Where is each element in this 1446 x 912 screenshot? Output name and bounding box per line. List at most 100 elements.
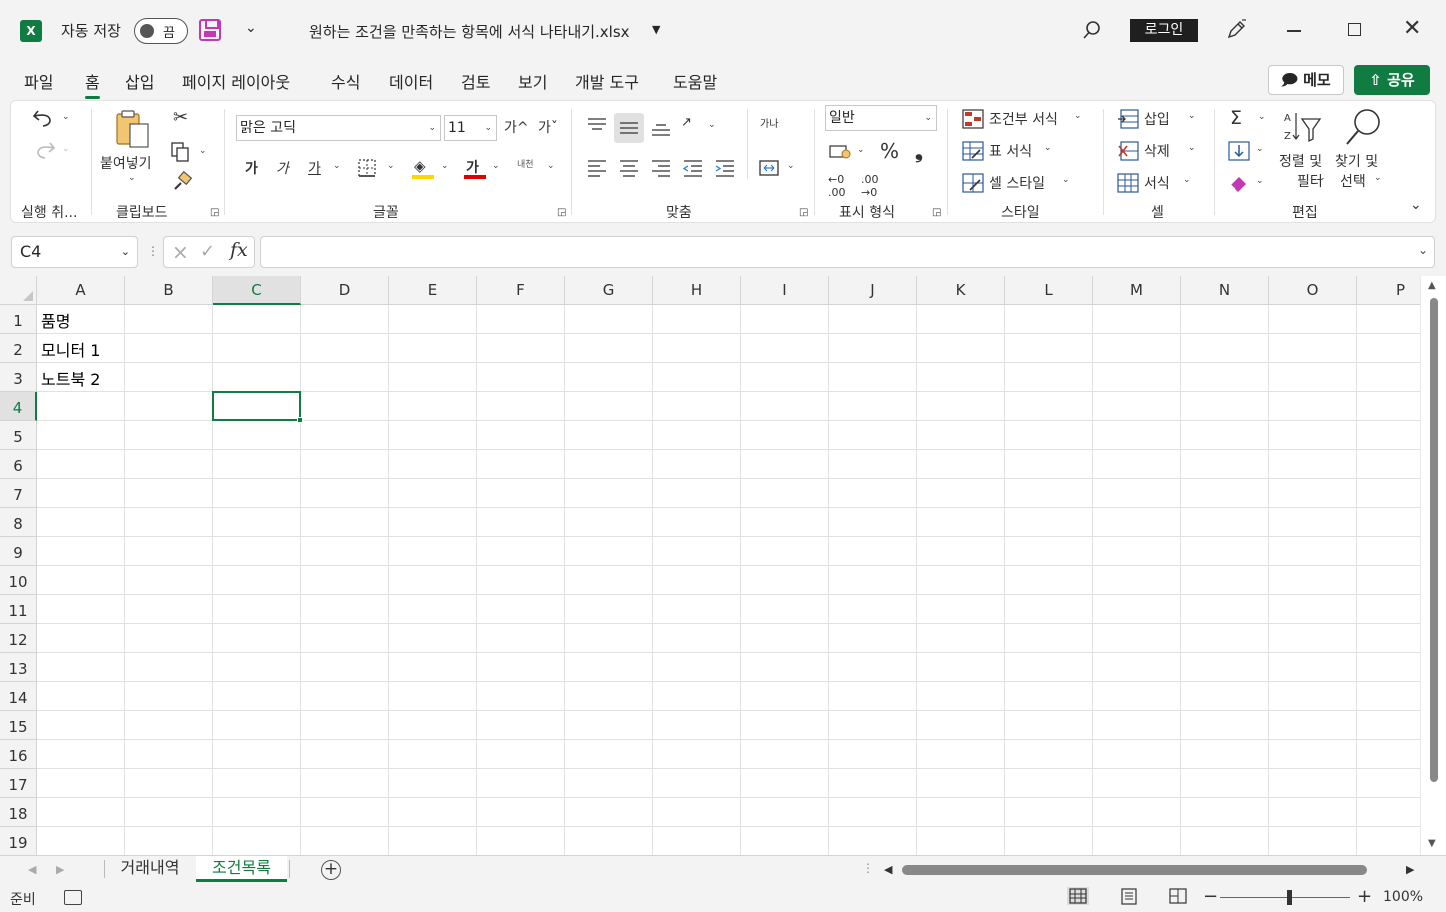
column-header-c[interactable]: C bbox=[213, 276, 301, 305]
row-header-18[interactable]: 18 bbox=[0, 798, 37, 827]
zoom-slider-track[interactable] bbox=[1220, 897, 1350, 898]
column-header-o[interactable]: O bbox=[1269, 276, 1357, 305]
percent-button[interactable]: % bbox=[880, 139, 899, 163]
login-button[interactable]: 로그인 bbox=[1130, 19, 1198, 42]
sheet-tab-transactions[interactable]: 거래내역 bbox=[106, 856, 194, 882]
expand-formula-chevron-icon[interactable]: ⌄ bbox=[1418, 243, 1428, 257]
font-name-select[interactable]: 맑은 고딕 ⌄ bbox=[236, 115, 441, 141]
tab-home[interactable]: 홈 bbox=[85, 69, 100, 99]
sort-filter-label-1[interactable]: 정렬 및 bbox=[1279, 151, 1322, 171]
decrease-indent-icon[interactable] bbox=[682, 158, 704, 178]
tab-split-handle-icon[interactable]: ⋮ bbox=[862, 861, 874, 875]
clipboard-launcher-icon[interactable]: ◲ bbox=[210, 207, 219, 218]
insert-cells-icon[interactable] bbox=[1117, 109, 1139, 129]
tab-developer[interactable]: 개발 도구 bbox=[575, 69, 639, 93]
formula-input[interactable]: ⌄ bbox=[260, 236, 1435, 268]
font-size-select[interactable]: 11 ⌄ bbox=[444, 115, 497, 141]
orientation-chevron-icon[interactable]: ⌄ bbox=[708, 120, 716, 130]
number-format-select[interactable]: 일반 ⌄ bbox=[825, 105, 937, 131]
ribbon-collapse-chevron-icon[interactable]: ⌄ bbox=[1410, 197, 1422, 213]
row-header-4[interactable]: 4 bbox=[0, 392, 37, 421]
tab-page-layout[interactable]: 페이지 레이아웃 bbox=[182, 69, 290, 93]
font-launcher-icon[interactable]: ◲ bbox=[557, 207, 566, 218]
insert-function-button[interactable]: fx bbox=[230, 239, 248, 261]
sheet-tab-conditions[interactable]: 조건목록 bbox=[196, 856, 287, 882]
column-header-m[interactable]: M bbox=[1093, 276, 1181, 305]
undo-chevron-icon[interactable]: ⌄ bbox=[62, 112, 70, 122]
cell-styles-label[interactable]: 셀 스타일 bbox=[989, 173, 1045, 193]
name-box[interactable]: C4 ⌄ bbox=[11, 236, 138, 268]
horizontal-scroll-thumb[interactable] bbox=[902, 865, 1367, 875]
column-header-k[interactable]: K bbox=[917, 276, 1005, 305]
autosave-toggle[interactable]: 끔 bbox=[134, 18, 188, 44]
title-dropdown-icon[interactable]: ▼ bbox=[652, 23, 660, 36]
page-layout-view-icon[interactable] bbox=[1118, 887, 1140, 905]
column-header-e[interactable]: E bbox=[389, 276, 477, 305]
row-header-9[interactable]: 9 bbox=[0, 537, 37, 566]
column-header-a[interactable]: A bbox=[37, 276, 125, 305]
spreadsheet-grid[interactable]: A B C D E F G H I J K L M N O P 1 2 3 4 5 6 7 8 9 10 11 12 13 14 15 16 1… bbox=[0, 276, 1446, 855]
clear-chevron-icon[interactable]: ⌄ bbox=[1256, 176, 1264, 186]
row-header-6[interactable]: 6 bbox=[0, 450, 37, 479]
align-top-icon[interactable] bbox=[586, 115, 608, 135]
row-header-17[interactable]: 17 bbox=[0, 769, 37, 798]
find-select-icon[interactable] bbox=[1344, 107, 1384, 147]
row-header-8[interactable]: 8 bbox=[0, 508, 37, 537]
vertical-scroll-thumb[interactable] bbox=[1430, 298, 1438, 782]
bold-button[interactable]: 가 bbox=[245, 158, 258, 178]
delete-chevron-icon[interactable]: ⌄ bbox=[1188, 143, 1196, 153]
tab-review[interactable]: 검토 bbox=[461, 69, 490, 93]
fill-handle[interactable] bbox=[297, 417, 303, 423]
chevron-down-icon[interactable]: ⌄ bbox=[121, 237, 130, 267]
tab-file[interactable]: 파일 bbox=[24, 69, 53, 93]
phonetic-chevron-icon[interactable]: ⌄ bbox=[547, 161, 555, 171]
share-button[interactable]: ⇧ 공유 bbox=[1354, 65, 1430, 95]
borders-icon[interactable] bbox=[357, 158, 377, 178]
cell-a2[interactable]: 모니터 1 bbox=[41, 337, 100, 361]
orientation-icon[interactable]: ↗ bbox=[681, 115, 692, 130]
column-header-d[interactable]: D bbox=[301, 276, 389, 305]
number-launcher-icon[interactable]: ◲ bbox=[932, 207, 941, 218]
row-header-15[interactable]: 15 bbox=[0, 711, 37, 740]
paste-icon[interactable] bbox=[111, 109, 153, 149]
normal-view-icon[interactable] bbox=[1067, 887, 1089, 905]
conditional-format-label[interactable]: 조건부 서식 bbox=[989, 109, 1058, 129]
next-sheet-icon[interactable]: ▶ bbox=[56, 863, 64, 876]
cell-a1[interactable]: 품명 bbox=[41, 308, 70, 332]
borders-chevron-icon[interactable]: ⌄ bbox=[387, 161, 395, 171]
row-header-3[interactable]: 3 bbox=[0, 363, 37, 392]
align-left-icon[interactable] bbox=[586, 158, 608, 178]
font-color-chevron-icon[interactable]: ⌄ bbox=[492, 161, 500, 171]
row-header-19[interactable]: 19 bbox=[0, 827, 37, 855]
enter-check-icon[interactable]: ✓ bbox=[200, 241, 215, 262]
zoom-in-button[interactable]: + bbox=[1357, 886, 1372, 907]
sort-filter-icon[interactable]: A Z bbox=[1282, 109, 1322, 147]
row-header-16[interactable]: 16 bbox=[0, 740, 37, 769]
column-header-n[interactable]: N bbox=[1181, 276, 1269, 305]
find-select-label-2[interactable]: 선택 bbox=[1340, 171, 1366, 191]
tab-insert[interactable]: 삽입 bbox=[125, 69, 154, 93]
merge-center-icon[interactable] bbox=[758, 158, 780, 178]
column-header-j[interactable]: J bbox=[829, 276, 917, 305]
add-sheet-button[interactable]: + bbox=[321, 860, 341, 880]
select-all-button[interactable] bbox=[0, 276, 37, 305]
alignment-launcher-icon[interactable]: ◲ bbox=[799, 207, 808, 218]
format-chevron-icon[interactable]: ⌄ bbox=[1183, 175, 1191, 185]
font-color-button[interactable]: 가 bbox=[463, 157, 487, 181]
pen-icon[interactable] bbox=[1224, 18, 1248, 42]
autosum-chevron-icon[interactable]: ⌄ bbox=[1258, 112, 1266, 122]
row-header-12[interactable]: 12 bbox=[0, 624, 37, 653]
column-header-h[interactable]: H bbox=[653, 276, 741, 305]
zoom-level[interactable]: 100% bbox=[1383, 889, 1423, 905]
zoom-out-button[interactable]: − bbox=[1203, 886, 1218, 907]
column-header-i[interactable]: I bbox=[741, 276, 829, 305]
accessibility-icon[interactable] bbox=[64, 890, 82, 905]
tab-data[interactable]: 데이터 bbox=[389, 69, 433, 93]
clear-icon[interactable] bbox=[1228, 173, 1250, 193]
cell-styles-icon[interactable] bbox=[962, 173, 984, 193]
delete-cells-icon[interactable] bbox=[1117, 141, 1139, 161]
row-header-11[interactable]: 11 bbox=[0, 595, 37, 624]
cell-a3[interactable]: 노트북 2 bbox=[41, 366, 100, 390]
merge-chevron-icon[interactable]: ⌄ bbox=[787, 161, 795, 171]
column-header-f[interactable]: F bbox=[477, 276, 565, 305]
